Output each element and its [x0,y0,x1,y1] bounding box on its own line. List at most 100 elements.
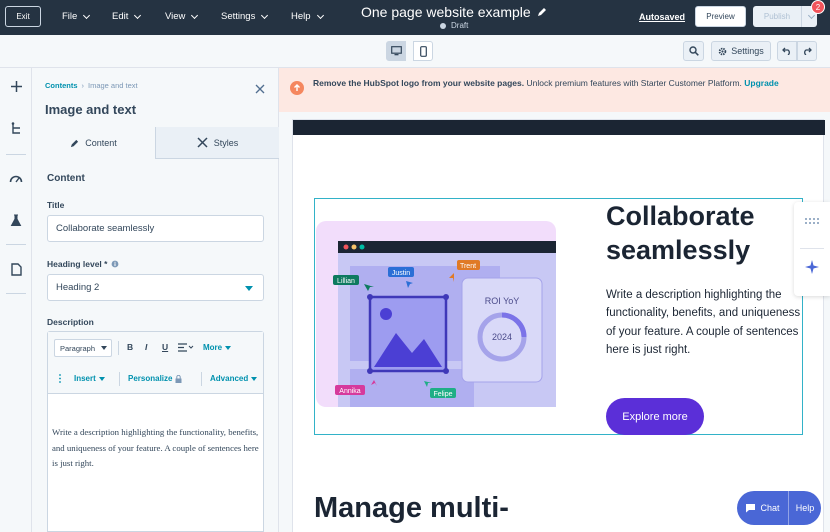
optimize-button[interactable] [7,169,25,187]
redo-button[interactable] [797,41,817,61]
breadcrumb-contents[interactable]: Contents [45,81,78,90]
caret-down-icon [101,346,107,350]
menu-view[interactable]: View [165,11,199,22]
help-button[interactable]: Help [789,503,821,513]
test-button[interactable] [7,211,25,229]
editor-toolbar: Settings [0,35,830,68]
caret-down-icon [98,376,105,381]
search-button[interactable] [683,41,704,61]
roi-card-title: ROI YoY [485,296,520,306]
notification-badge: 2 [811,0,825,14]
module-edit-panel: Contents › Image and text Image and text… [32,68,279,532]
cursor-label-lillian: Lillian [337,278,355,285]
menu-edit[interactable]: Edit [112,11,142,22]
advanced-button[interactable]: Advanced [210,374,258,383]
personalize-button[interactable]: Personalize [128,374,182,383]
settings-button[interactable]: Settings [711,41,771,61]
upgrade-arrow-icon [290,81,304,95]
add-module-button[interactable] [7,77,25,95]
chevron-down-icon [261,11,269,19]
drag-handle-icon[interactable] [58,374,62,383]
module-description[interactable]: Write a description highlighting the fun… [606,286,806,359]
floating-side-tools [794,202,830,296]
chat-button[interactable]: Chat [737,491,789,525]
caret-down-icon [245,286,253,291]
search-icon [688,46,699,56]
tab-styles[interactable]: Styles [156,127,279,159]
plus-icon [10,80,22,92]
cursor-label-trent: Trent [460,263,476,270]
rich-text-editor: Paragraph B I U More Insert Personalize [47,331,264,532]
toolbar-divider [118,341,119,355]
bold-button[interactable]: B [127,342,133,352]
heading-level-select[interactable]: Heading 2 [47,274,264,301]
tab-content[interactable]: Content [32,127,156,159]
menu-settings[interactable]: Settings [221,11,269,22]
description-text[interactable]: Write a description highlighting the fun… [52,425,260,472]
page-button[interactable] [7,260,25,278]
chat-help-widget[interactable]: Chat Help [737,491,821,525]
italic-button[interactable]: I [145,342,147,352]
menu-file[interactable]: File [62,11,91,22]
paragraph-style-select[interactable]: Paragraph [54,339,112,357]
chat-bubble-icon [746,504,756,513]
breadcrumb-separator: › [81,81,85,90]
section-heading: Content [47,173,85,184]
module-title[interactable]: Collaborate seamlessly [606,199,806,267]
pencil-icon[interactable] [537,7,547,17]
description-label: Description [47,317,94,327]
site-header-strip [293,120,825,135]
undo-icon [782,47,790,55]
title-label: Title [47,200,65,210]
lock-icon [175,374,182,383]
toolbar-divider [119,372,120,386]
chevron-down-icon [83,11,91,19]
close-icon[interactable] [254,83,266,95]
status-dot-icon [440,22,446,29]
website-preview: ROI YoY 2024 Lillian Justin Trent Annika… [292,119,825,532]
underline-button[interactable]: U [162,342,168,352]
roi-card-year: 2024 [492,332,512,342]
chevron-down-icon [316,11,324,19]
heading-level-label: Heading level * [47,259,119,269]
rail-divider [6,154,26,155]
toolbar-divider [201,372,202,386]
page-title[interactable]: One page website example [361,4,547,20]
explore-more-button[interactable]: Explore more [606,398,704,435]
sparkle-icon[interactable] [805,260,819,274]
flask-icon [10,214,22,226]
more-button[interactable]: More [203,343,232,352]
next-section-heading[interactable]: Manage multi- [314,492,509,525]
caret-down-icon [251,376,258,381]
gear-icon [718,47,727,55]
title-input[interactable]: Collaborate seamlessly [47,215,264,242]
exit-button[interactable]: Exit [5,6,41,27]
menu-help[interactable]: Help [291,11,324,22]
preview-button[interactable]: Preview [695,6,746,27]
gauge-icon [9,175,23,183]
grid-drag-icon[interactable] [805,218,819,224]
banner-text: Remove the HubSpot logo from your websit… [313,78,779,88]
undo-button[interactable] [777,41,797,61]
rail-divider [6,244,26,245]
panel-title: Image and text [45,102,137,117]
align-icon[interactable] [178,343,194,352]
chevron-down-icon [191,11,199,19]
desktop-view-button[interactable] [386,41,406,61]
desktop-icon [390,46,402,56]
caret-down-icon [225,345,232,350]
layout-tree-button[interactable] [7,119,25,137]
publish-button[interactable]: Publish [753,6,817,27]
autosaved-link[interactable]: Autosaved [639,12,685,22]
cursor-label-felipe: Felipe [433,391,452,398]
redo-icon [804,47,812,55]
brush-icon [197,137,208,148]
upgrade-link[interactable]: Upgrade [744,78,778,88]
collaboration-illustration: ROI YoY 2024 Lillian Justin Trent Annika… [316,221,556,407]
mobile-view-button[interactable] [413,41,433,61]
document-icon [10,262,22,276]
cursor-label-justin: Justin [392,270,410,277]
info-icon[interactable] [111,260,119,268]
insert-button[interactable]: Insert [74,374,105,383]
top-bar: Exit File Edit View Settings Help One pa… [0,0,830,35]
